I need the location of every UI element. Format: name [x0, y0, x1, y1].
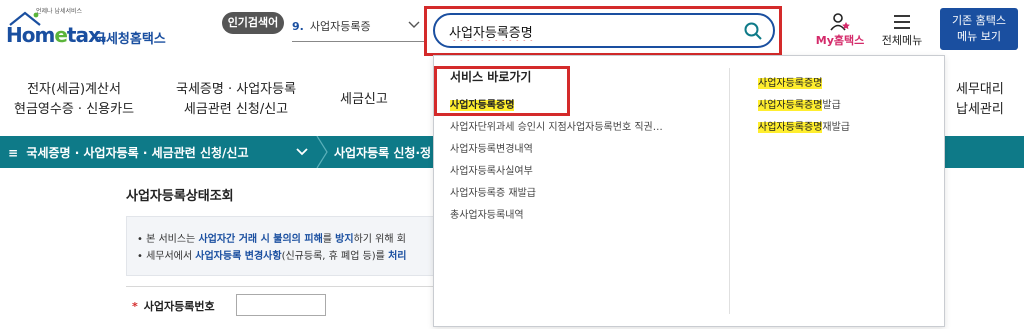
- search-suggestion-dropdown: 서비스 바로가기 사업자등록증명 사업자단위과세 승인시 지점사업자등록번호 직…: [433, 55, 945, 327]
- dropdown-heading: 서비스 바로가기: [450, 70, 532, 84]
- gnb-item-certificate[interactable]: 국세증명 · 사업자등록 세금관련 신청/신고: [176, 80, 296, 120]
- page-title: 사업자등록상태조회: [126, 189, 234, 204]
- classic-menu-button[interactable]: 기존 홈택스 메뉴 보기: [940, 8, 1018, 50]
- hot-search-select[interactable]: 9. 사업자등록증: [292, 18, 426, 42]
- logo-tagline: 언제나 납세서비스: [36, 8, 83, 15]
- dropdown-divider: [729, 68, 730, 314]
- classic-button-line2: 메뉴 보기: [957, 30, 1001, 43]
- breadcrumb-current[interactable]: 사업자등록 신청·정: [334, 144, 434, 161]
- my-hometax-label: My홈택스: [815, 34, 865, 47]
- my-hometax-button[interactable]: My홈택스: [812, 10, 868, 50]
- list-item[interactable]: 사업자등록증명재발급: [758, 118, 850, 133]
- breadcrumb-separator: [316, 136, 328, 168]
- hometax-page: 언제나 납세서비스 Hometax. 국세청홈택스 인기검색어 9. 사업자등록증…: [0, 0, 1024, 329]
- search-bar[interactable]: [433, 13, 775, 48]
- logo-brand: Hometax.: [6, 23, 107, 47]
- list-item[interactable]: 사업자등록변경내역: [450, 140, 533, 155]
- chevron-down-icon[interactable]: [408, 18, 420, 36]
- notice-line-1: • 본 서비스는 사업자간 거래 시 불의의 피해를 방지하기 위해 회: [137, 234, 406, 245]
- person-star-icon: [830, 13, 850, 31]
- list-item[interactable]: 총사업자등록내역: [450, 206, 524, 221]
- select-underline: [292, 41, 426, 42]
- hamburger-icon: [894, 15, 910, 29]
- all-menu-label: 전체메뉴: [881, 34, 923, 47]
- list-item[interactable]: 사업자단위과세 승인시 지점사업자등록번호 직권…: [450, 118, 663, 133]
- search-icon[interactable]: [743, 21, 763, 41]
- hot-search-rank: 9.: [292, 20, 304, 33]
- all-menu-button[interactable]: 전체메뉴: [872, 10, 932, 50]
- gnb-item-tax-filing[interactable]: 세금신고: [340, 90, 388, 110]
- hometax-logo[interactable]: 언제나 납세서비스 Hometax. 국세청홈택스: [6, 6, 176, 54]
- menu-icon: ≡: [8, 146, 19, 160]
- logo-korean-name: 국세청홈택스: [94, 32, 166, 47]
- service-notice: • 본 서비스는 사업자간 거래 시 불의의 피해를 방지하기 위해 회 • 세…: [126, 216, 446, 276]
- hot-search-term: 사업자등록증: [309, 20, 371, 33]
- notice-line-2: • 세무서에서 사업자등록 변경사항(신규등록, 휴 폐업 등)를 처리: [137, 251, 407, 262]
- classic-button-line1: 기존 홈택스: [951, 14, 1007, 27]
- bizno-input[interactable]: [236, 294, 326, 316]
- form-divider: [126, 286, 434, 287]
- bizno-label: * 사업자등록번호: [132, 300, 215, 313]
- list-item[interactable]: 사업자등록증명: [758, 74, 823, 89]
- list-item[interactable]: 사업자등록증 재발급: [450, 184, 536, 199]
- search-input[interactable]: [449, 21, 729, 41]
- gnb-item-e-invoice[interactable]: 전자(세금)계산서 현금영수증 · 신용카드: [14, 80, 134, 120]
- gnb-item-tax-agent[interactable]: 세무대리 납세관리: [956, 80, 1004, 120]
- hot-search-badge: 인기검색어: [222, 12, 284, 34]
- breadcrumb-section[interactable]: ≡ 국세증명 · 사업자등록 · 세금관련 신청/신고: [8, 144, 249, 161]
- list-item[interactable]: 사업자등록증명: [450, 96, 515, 111]
- list-item[interactable]: 사업자등록사실여부: [450, 162, 533, 177]
- chevron-down-icon[interactable]: [296, 142, 308, 164]
- required-mark: *: [132, 300, 138, 313]
- list-item[interactable]: 사업자등록증명발급: [758, 96, 841, 111]
